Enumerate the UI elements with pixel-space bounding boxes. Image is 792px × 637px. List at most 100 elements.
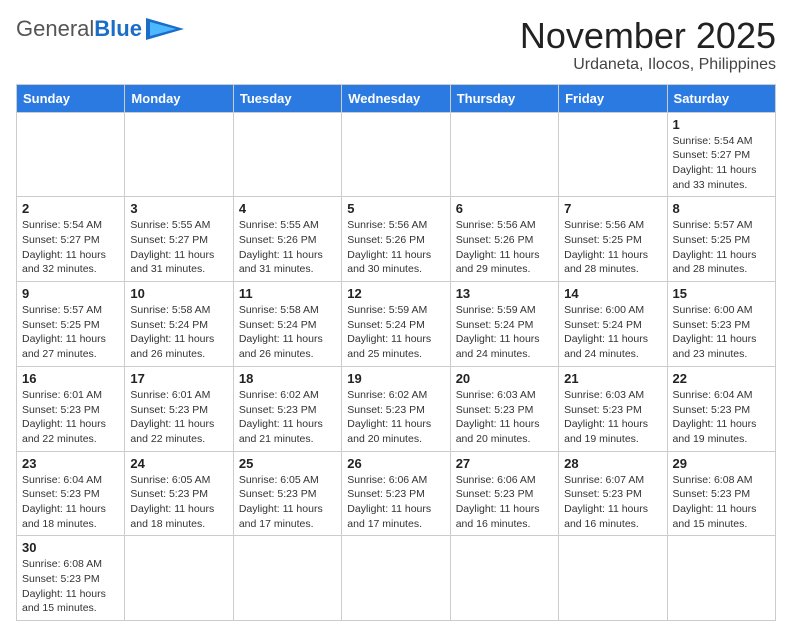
- day-number: 14: [564, 286, 661, 301]
- day-number: 18: [239, 371, 336, 386]
- calendar-cell: 23Sunrise: 6:04 AMSunset: 5:23 PMDayligh…: [17, 451, 125, 536]
- cell-content: Sunrise: 6:02 AMSunset: 5:23 PMDaylight:…: [239, 388, 336, 447]
- cell-content: Sunrise: 6:05 AMSunset: 5:23 PMDaylight:…: [239, 473, 336, 532]
- cell-content: Sunrise: 5:55 AMSunset: 5:27 PMDaylight:…: [130, 218, 227, 277]
- calendar-cell: 8 Sunrise: 5:57 AMSunset: 5:25 PMDaylight…: [667, 197, 775, 282]
- weekday-tuesday: Tuesday: [233, 84, 341, 112]
- day-number: 3: [130, 201, 227, 216]
- calendar-cell: [667, 536, 775, 621]
- day-number: 26: [347, 456, 444, 471]
- logo-icon: [146, 18, 184, 40]
- calendar-cell: [17, 112, 125, 197]
- day-number: 8: [673, 201, 770, 216]
- calendar-cell: 10 Sunrise: 5:58 AMSunset: 5:24 PMDayligh…: [125, 282, 233, 367]
- cell-content: Sunrise: 6:06 AMSunset: 5:23 PMDaylight:…: [456, 473, 553, 532]
- calendar-table: SundayMondayTuesdayWednesdayThursdayFrid…: [16, 84, 776, 622]
- cell-content: Sunrise: 5:55 AMSunset: 5:26 PMDaylight:…: [239, 218, 336, 277]
- day-number: 29: [673, 456, 770, 471]
- day-number: 2: [22, 201, 119, 216]
- weekday-sunday: Sunday: [17, 84, 125, 112]
- week-row-4: 16 Sunrise: 6:01 AMSunset: 5:23 PMDayligh…: [17, 366, 776, 451]
- cell-content: Sunrise: 6:00 AMSunset: 5:23 PMDaylight:…: [673, 303, 770, 362]
- week-row-2: 2 Sunrise: 5:54 AMSunset: 5:27 PMDaylight…: [17, 197, 776, 282]
- calendar-cell: 4 Sunrise: 5:55 AMSunset: 5:26 PMDaylight…: [233, 197, 341, 282]
- calendar-cell: 29 Sunrise: 6:08 AMSunset: 5:23 PMDayligh…: [667, 451, 775, 536]
- cell-content: Sunrise: 5:59 AMSunset: 5:24 PMDaylight:…: [456, 303, 553, 362]
- cell-content: Sunrise: 5:57 AMSunset: 5:25 PMDaylight:…: [673, 218, 770, 277]
- cell-content: Sunrise: 5:54 AMSunset: 5:27 PMDaylight:…: [673, 134, 770, 193]
- cell-content: Sunrise: 6:06 AMSunset: 5:23 PMDaylight:…: [347, 473, 444, 532]
- logo-general: General: [16, 16, 94, 42]
- calendar-cell: [125, 536, 233, 621]
- calendar-cell: 11Sunrise: 5:58 AMSunset: 5:24 PMDayligh…: [233, 282, 341, 367]
- day-number: 6: [456, 201, 553, 216]
- day-number: 21: [564, 371, 661, 386]
- calendar-cell: 27 Sunrise: 6:06 AMSunset: 5:23 PMDayligh…: [450, 451, 558, 536]
- month-title: November 2025: [520, 16, 776, 56]
- cell-content: Sunrise: 6:01 AMSunset: 5:23 PMDaylight:…: [130, 388, 227, 447]
- cell-content: Sunrise: 5:54 AMSunset: 5:27 PMDaylight:…: [22, 218, 119, 277]
- cell-content: Sunrise: 6:08 AMSunset: 5:23 PMDaylight:…: [22, 557, 119, 616]
- calendar-cell: 18 Sunrise: 6:02 AMSunset: 5:23 PMDayligh…: [233, 366, 341, 451]
- cell-content: Sunrise: 6:05 AMSunset: 5:23 PMDaylight:…: [130, 473, 227, 532]
- weekday-header-row: SundayMondayTuesdayWednesdayThursdayFrid…: [17, 84, 776, 112]
- calendar-cell: 1 Sunrise: 5:54 AMSunset: 5:27 PMDaylight…: [667, 112, 775, 197]
- cell-content: Sunrise: 6:02 AMSunset: 5:23 PMDaylight:…: [347, 388, 444, 447]
- calendar-cell: 26 Sunrise: 6:06 AMSunset: 5:23 PMDayligh…: [342, 451, 450, 536]
- calendar-cell: 6 Sunrise: 5:56 AMSunset: 5:26 PMDaylight…: [450, 197, 558, 282]
- cell-content: Sunrise: 6:04 AMSunset: 5:23 PMDaylight:…: [673, 388, 770, 447]
- calendar-cell: 25Sunrise: 6:05 AMSunset: 5:23 PMDayligh…: [233, 451, 341, 536]
- cell-content: Sunrise: 5:56 AMSunset: 5:26 PMDaylight:…: [456, 218, 553, 277]
- day-number: 16: [22, 371, 119, 386]
- day-number: 4: [239, 201, 336, 216]
- cell-content: Sunrise: 5:56 AMSunset: 5:26 PMDaylight:…: [347, 218, 444, 277]
- calendar-cell: 3 Sunrise: 5:55 AMSunset: 5:27 PMDaylight…: [125, 197, 233, 282]
- day-number: 28: [564, 456, 661, 471]
- calendar-cell: 28 Sunrise: 6:07 AMSunset: 5:23 PMDayligh…: [559, 451, 667, 536]
- calendar-cell: 19Sunrise: 6:02 AMSunset: 5:23 PMDayligh…: [342, 366, 450, 451]
- cell-content: Sunrise: 6:08 AMSunset: 5:23 PMDaylight:…: [673, 473, 770, 532]
- calendar-cell: 16 Sunrise: 6:01 AMSunset: 5:23 PMDayligh…: [17, 366, 125, 451]
- calendar-cell: 22 Sunrise: 6:04 AMSunset: 5:23 PMDayligh…: [667, 366, 775, 451]
- calendar-cell: 5Sunrise: 5:56 AMSunset: 5:26 PMDaylight…: [342, 197, 450, 282]
- calendar-cell: 7Sunrise: 5:56 AMSunset: 5:25 PMDaylight…: [559, 197, 667, 282]
- logo-blue: Blue: [94, 16, 142, 42]
- cell-content: Sunrise: 5:58 AMSunset: 5:24 PMDaylight:…: [130, 303, 227, 362]
- day-number: 1: [673, 117, 770, 132]
- week-row-1: 1 Sunrise: 5:54 AMSunset: 5:27 PMDaylight…: [17, 112, 776, 197]
- day-number: 12: [347, 286, 444, 301]
- cell-content: Sunrise: 5:59 AMSunset: 5:24 PMDaylight:…: [347, 303, 444, 362]
- calendar-cell: [450, 536, 558, 621]
- logo: GeneralBlue: [16, 16, 184, 42]
- calendar-cell: 13Sunrise: 5:59 AMSunset: 5:24 PMDayligh…: [450, 282, 558, 367]
- calendar-cell: 21 Sunrise: 6:03 AMSunset: 5:23 PMDayligh…: [559, 366, 667, 451]
- day-number: 17: [130, 371, 227, 386]
- cell-content: Sunrise: 6:03 AMSunset: 5:23 PMDaylight:…: [564, 388, 661, 447]
- day-number: 27: [456, 456, 553, 471]
- calendar-cell: [233, 112, 341, 197]
- week-row-5: 23Sunrise: 6:04 AMSunset: 5:23 PMDayligh…: [17, 451, 776, 536]
- cell-content: Sunrise: 6:07 AMSunset: 5:23 PMDaylight:…: [564, 473, 661, 532]
- calendar-cell: [559, 536, 667, 621]
- calendar-cell: 9Sunrise: 5:57 AMSunset: 5:25 PMDaylight…: [17, 282, 125, 367]
- weekday-wednesday: Wednesday: [342, 84, 450, 112]
- day-number: 15: [673, 286, 770, 301]
- day-number: 10: [130, 286, 227, 301]
- cell-content: Sunrise: 5:58 AMSunset: 5:24 PMDaylight:…: [239, 303, 336, 362]
- calendar-cell: [559, 112, 667, 197]
- calendar-cell: [450, 112, 558, 197]
- day-number: 20: [456, 371, 553, 386]
- cell-content: Sunrise: 6:01 AMSunset: 5:23 PMDaylight:…: [22, 388, 119, 447]
- day-number: 22: [673, 371, 770, 386]
- cell-content: Sunrise: 6:03 AMSunset: 5:23 PMDaylight:…: [456, 388, 553, 447]
- day-number: 30: [22, 540, 119, 555]
- calendar-cell: 15 Sunrise: 6:00 AMSunset: 5:23 PMDayligh…: [667, 282, 775, 367]
- header: GeneralBlue November 2025 Urdaneta, Iloc…: [16, 16, 776, 74]
- weekday-saturday: Saturday: [667, 84, 775, 112]
- weekday-monday: Monday: [125, 84, 233, 112]
- calendar-cell: 2 Sunrise: 5:54 AMSunset: 5:27 PMDaylight…: [17, 197, 125, 282]
- day-number: 7: [564, 201, 661, 216]
- location-title: Urdaneta, Ilocos, Philippines: [520, 56, 776, 74]
- calendar-cell: [233, 536, 341, 621]
- calendar-cell: [342, 112, 450, 197]
